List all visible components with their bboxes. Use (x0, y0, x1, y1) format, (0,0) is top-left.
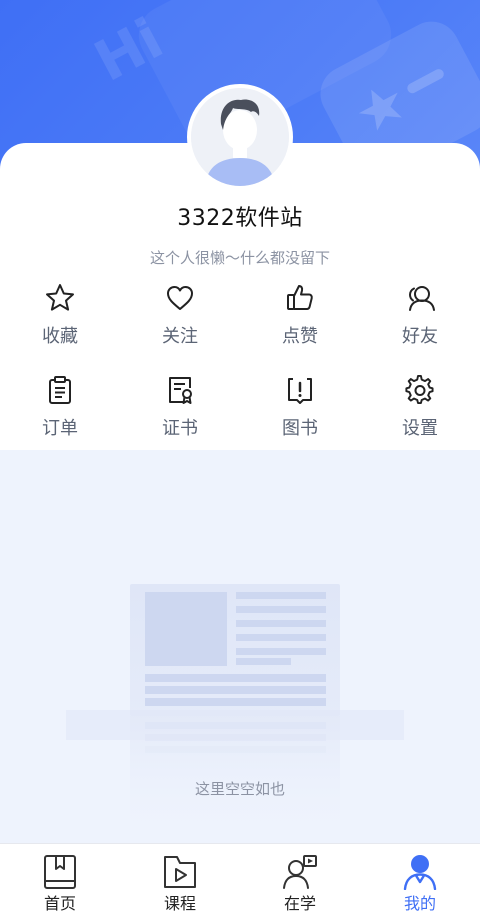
user-bio: 这个人很懒～什么都没留下 (149, 249, 330, 267)
tab-label: 课程 (163, 894, 196, 913)
tab-courses[interactable]: 课程 (120, 844, 240, 917)
menu-item-label: 好友 (402, 326, 438, 347)
menu-item-follow[interactable]: 关注 (120, 280, 240, 360)
certificate-icon (169, 377, 192, 404)
heart-icon (167, 286, 193, 310)
username: 3322软件站 (177, 206, 303, 231)
menu-item-favorites[interactable]: 收藏 (0, 280, 120, 360)
tab-profile[interactable]: 我的 (360, 844, 480, 917)
course-play-icon (164, 856, 196, 888)
avatar[interactable] (187, 84, 293, 190)
default-avatar-icon (191, 88, 289, 186)
menu-item-orders[interactable]: 订单 (0, 372, 120, 452)
tab-learning[interactable]: 在学 (240, 844, 360, 917)
menu-item-label: 订单 (42, 418, 78, 439)
menu-item-books[interactable]: 图书 (240, 372, 360, 452)
clipboard-icon (49, 376, 71, 404)
thumbs-up-icon (287, 285, 313, 310)
menu-item-label: 图书 (282, 418, 318, 439)
empty-state-text: 这里空空如也 (194, 780, 285, 798)
menu-item-label: 收藏 (42, 326, 78, 347)
home-book-icon (44, 855, 76, 889)
tab-label: 在学 (283, 894, 316, 913)
menu-item-label: 证书 (162, 418, 198, 439)
tab-home[interactable]: 首页 (0, 844, 120, 917)
menu-item-certificates[interactable]: 证书 (120, 372, 240, 452)
profile-icon (403, 855, 437, 890)
tab-label: 我的 (403, 894, 436, 913)
friends-icon (408, 286, 435, 311)
menu-item-label: 设置 (402, 418, 438, 439)
bottom-tab-bar: 首页 课程 在学 我的 (0, 843, 480, 917)
menu-item-likes[interactable]: 点赞 (240, 280, 360, 360)
gear-icon (405, 374, 434, 405)
star-icon (46, 284, 74, 311)
tab-label: 首页 (43, 894, 76, 913)
menu-item-friends[interactable]: 好友 (360, 280, 480, 360)
learning-icon (283, 855, 317, 889)
book-icon (288, 378, 312, 404)
menu-item-label: 点赞 (282, 326, 318, 347)
menu-item-settings[interactable]: 设置 (360, 372, 480, 452)
menu-item-label: 关注 (162, 326, 198, 347)
